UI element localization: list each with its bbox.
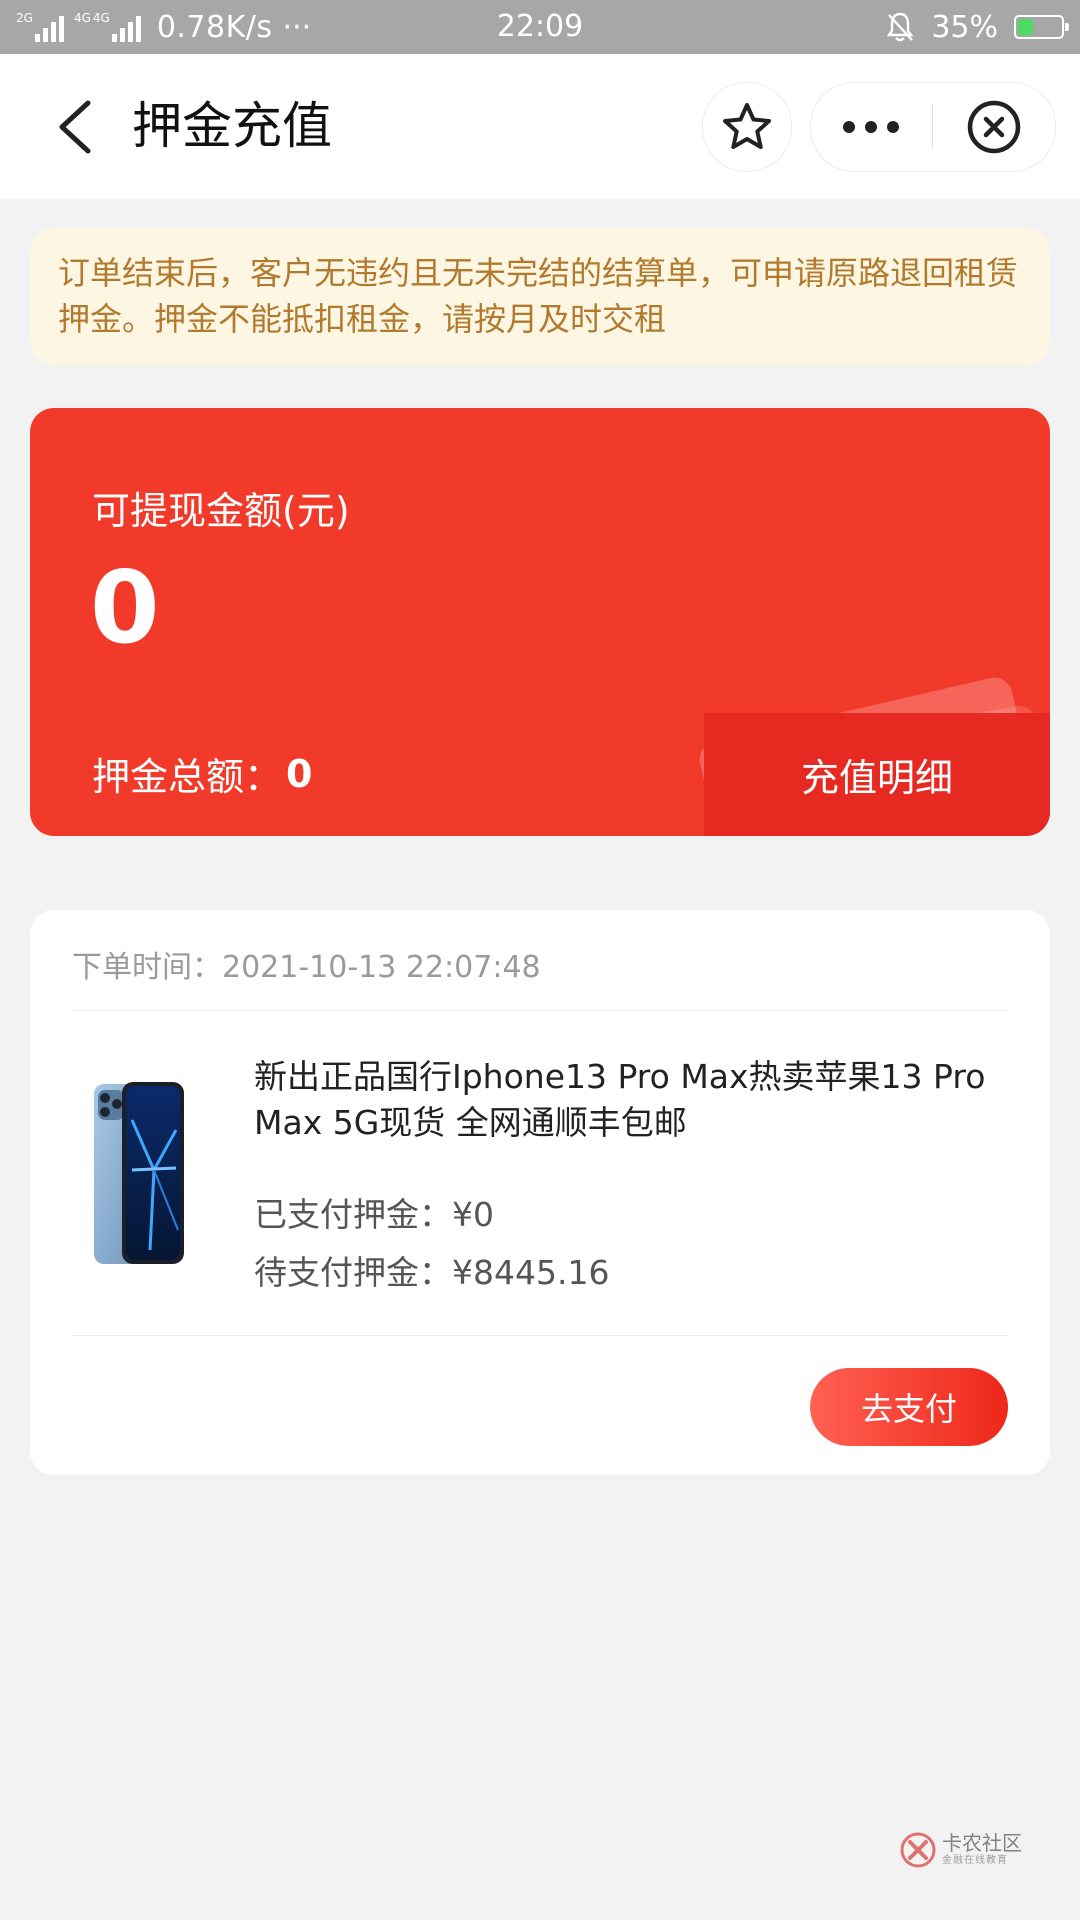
paid-deposit-label: 已支付押金： <box>254 1195 452 1234</box>
star-icon <box>723 103 771 149</box>
pay-button[interactable]: 去支付 <box>810 1368 1008 1446</box>
product-image[interactable] <box>92 1080 186 1266</box>
watermark: 卡农社区 金融在线教育 <box>900 1832 1022 1868</box>
battery-icon <box>1014 15 1069 39</box>
order-time-value: 2021-10-13 22:07:48 <box>222 950 541 985</box>
more-button[interactable] <box>811 83 931 171</box>
status-right: 35% <box>885 0 1069 54</box>
more-dots-icon <box>843 121 899 133</box>
status-bar: 2G 4G 4G 0.78K/s ··· 22:09 35% <box>0 0 1080 54</box>
battery-fill <box>1018 19 1033 35</box>
deposit-total: 押金总额： 0 <box>92 746 312 801</box>
battery-percent: 35% <box>931 9 998 45</box>
paid-deposit: 已支付押金：¥0 <box>254 1186 494 1244</box>
mini-program-capsule <box>810 82 1056 172</box>
back-button[interactable] <box>44 94 104 160</box>
watermark-main: 卡农社区 <box>942 1831 1022 1855</box>
withdrawable-label: 可提现金额(元) <box>92 489 350 533</box>
order-time-label: 下单时间： <box>72 950 222 985</box>
chevron-left-icon <box>59 100 91 154</box>
close-button[interactable] <box>933 83 1055 171</box>
phone-image <box>94 1082 184 1264</box>
close-circle-icon <box>967 100 1021 154</box>
order-card: 下单时间： 2021-10-13 22:07:48 新出正品国行Iphone13… <box>30 910 1050 1475</box>
withdrawable-amount: 0 <box>90 549 160 666</box>
bell-muted-icon <box>886 12 914 42</box>
nav-bar: 押金充值 <box>0 54 1080 199</box>
watermark-text: 卡农社区 金融在线教育 <box>942 1832 1022 1868</box>
product-name[interactable]: 新出正品国行Iphone13 Pro Max热卖苹果13 Pro Max 5G现… <box>254 1054 1014 1146</box>
divider <box>72 1335 1008 1336</box>
recharge-detail-button[interactable]: 充值明细 <box>704 713 1050 836</box>
divider <box>72 1010 1008 1011</box>
due-deposit: 待支付押金：¥8445.16 <box>254 1244 609 1302</box>
paid-deposit-value: ¥0 <box>452 1195 494 1234</box>
deposit-total-value: 0 <box>286 751 313 796</box>
page-title: 押金充值 <box>132 97 332 155</box>
due-deposit-label: 待支付押金： <box>254 1253 452 1292</box>
favorite-button[interactable] <box>702 82 792 172</box>
balance-card: 可提现金额(元) 0 押金总额： 0 充值明细 <box>30 408 1050 836</box>
deposit-total-label: 押金总额： <box>92 755 283 799</box>
deposit-notice: 订单结束后，客户无违约且无未完结的结算单，可申请原路退回租赁押金。押金不能抵扣租… <box>30 228 1050 365</box>
due-deposit-value: ¥8445.16 <box>452 1253 610 1292</box>
kanong-logo-icon <box>900 1832 936 1868</box>
watermark-sub: 金融在线教育 <box>942 1855 1008 1866</box>
order-time: 下单时间： 2021-10-13 22:07:48 <box>72 938 541 998</box>
